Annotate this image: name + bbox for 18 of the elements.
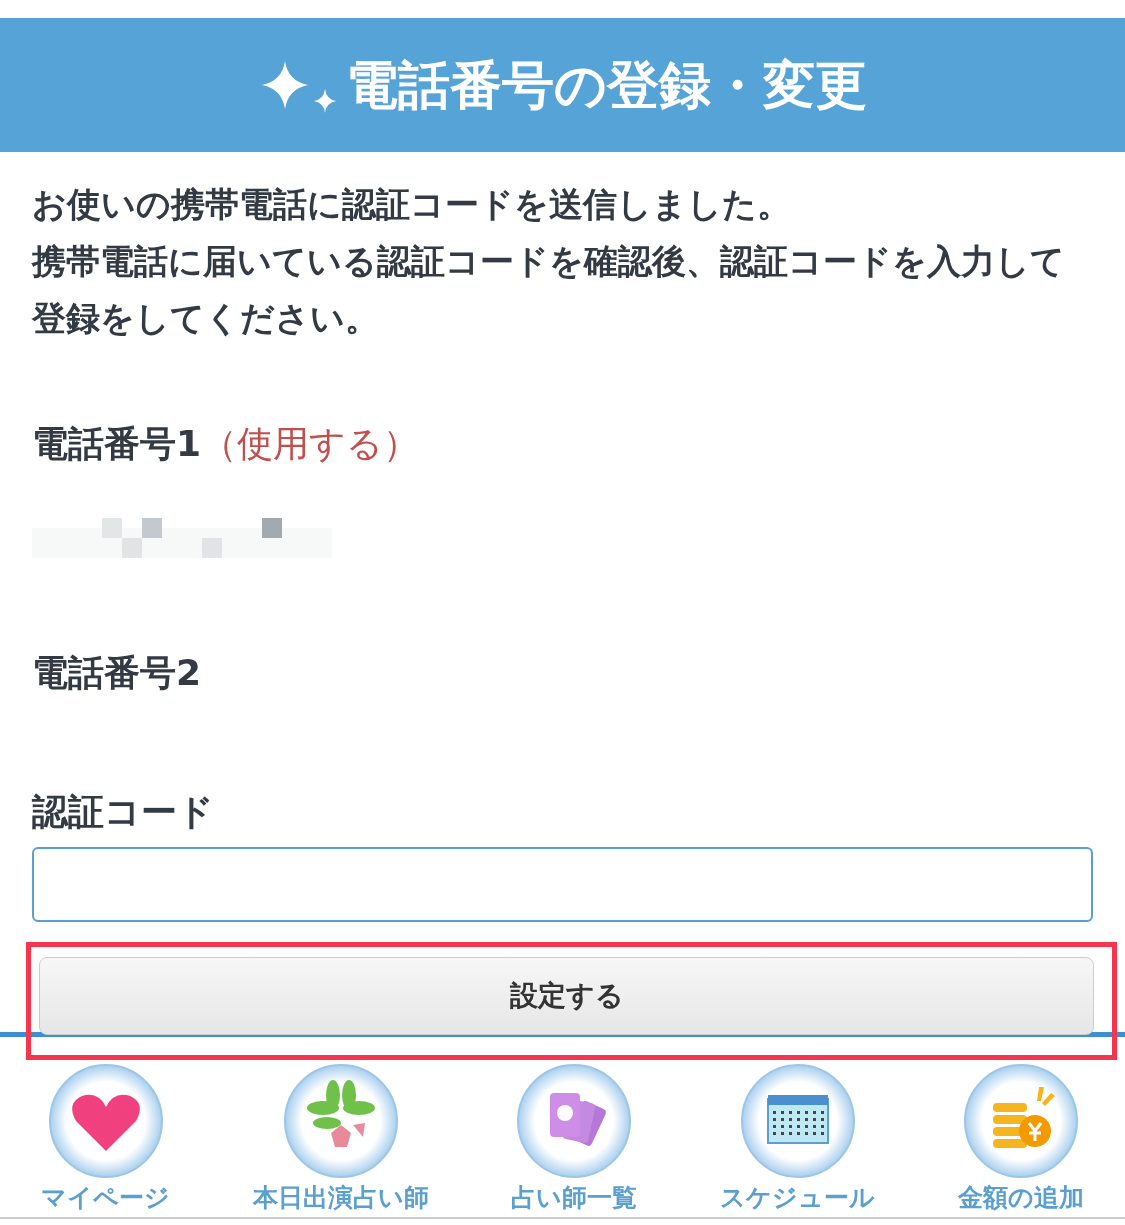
nav-item[interactable]: 本日出演占い師: [252, 1063, 429, 1217]
message-text: お使いの携帯電話に認証コードを送信しました。: [32, 183, 792, 226]
field-label: 認証コード: [32, 790, 215, 834]
calendar-icon: [739, 1063, 856, 1179]
field-label: 電話番号1: [32, 422, 202, 466]
code-input[interactable]: [32, 847, 1093, 922]
nav-item[interactable]: スケジュール: [720, 1063, 876, 1217]
message-text: 携帯電話に届いている認証コードを確認後、認証コードを入力して登録をしてください。: [32, 240, 1066, 340]
page-title: 電話番号の登録・変更: [346, 53, 867, 117]
nav-item[interactable]: マイページ: [41, 1063, 171, 1217]
cards-icon: [516, 1063, 633, 1179]
nav-item[interactable]: 金額の追加: [957, 1063, 1084, 1217]
coins-icon: [962, 1063, 1079, 1179]
field-label: 電話番号2: [32, 651, 202, 695]
flower-icon: [282, 1063, 399, 1179]
nav-item[interactable]: 占い師一覧: [511, 1063, 638, 1217]
submit-button[interactable]: 設定する: [39, 957, 1094, 1035]
usage-note: （使用する）: [201, 422, 420, 466]
